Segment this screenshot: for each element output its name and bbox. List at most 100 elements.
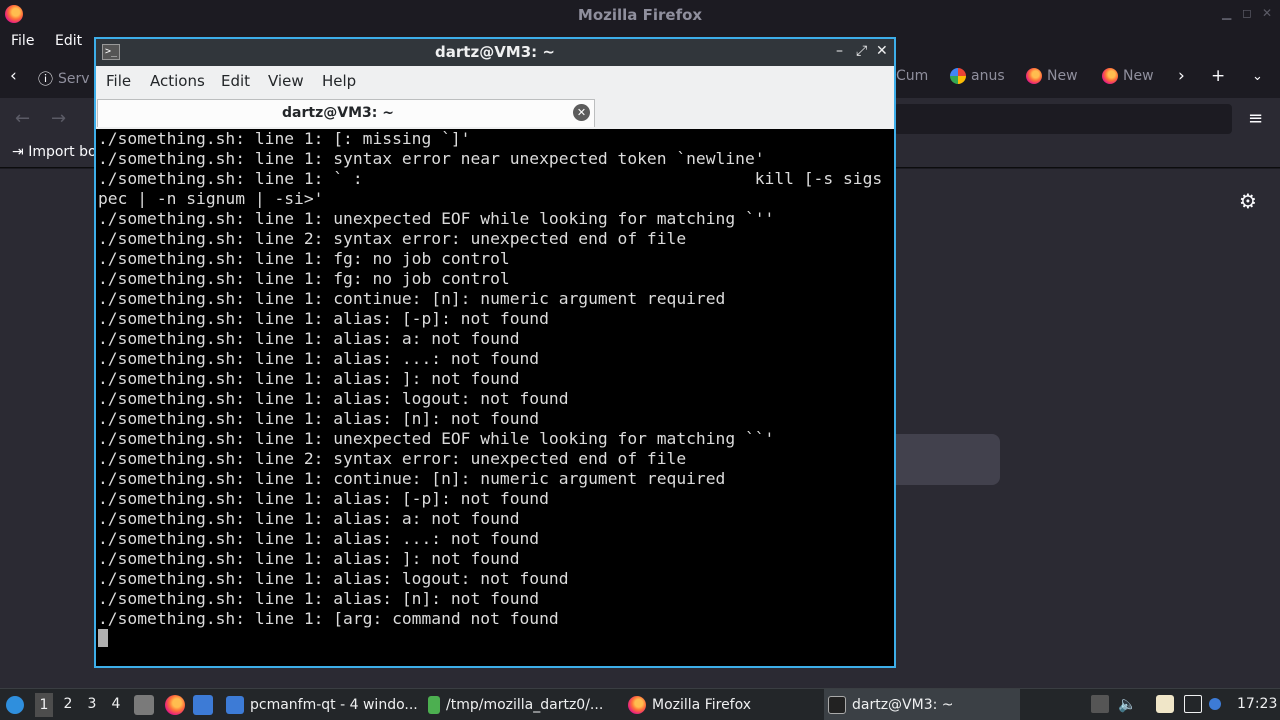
workspace-1[interactable]: 1	[35, 693, 53, 717]
terminal-line: ./something.sh: line 1: alias: logout: n…	[98, 569, 569, 588]
hamburger-menu-icon[interactable]: ≡	[1248, 108, 1263, 129]
firefox-launcher-icon[interactable]	[165, 695, 185, 715]
menu-view[interactable]: View	[268, 72, 304, 90]
tab-scroll-left-icon[interactable]: ‹	[10, 66, 17, 86]
task-terminal[interactable]: dartz@VM3: ~	[824, 689, 1020, 720]
task-label: pcmanfm-qt - 4 windo...	[250, 697, 418, 713]
terminal-line: ./something.sh: line 1: alias: [-p]: not…	[98, 309, 549, 328]
task-label: dartz@VM3: ~	[852, 697, 954, 713]
close-icon[interactable]: ✕	[876, 43, 888, 59]
terminal-window: >_ dartz@VM3: ~ – ⤢ ✕ File Actions Edit …	[94, 37, 896, 668]
terminal-line: ./something.sh: line 1: fg: no job contr…	[98, 269, 510, 288]
terminal-line: ./something.sh: line 1: alias: [-p]: not…	[98, 489, 549, 508]
terminal-line: ./something.sh: line 1: [arg: command no…	[98, 609, 559, 628]
terminal-line: ./something.sh: line 1: continue: [n]: n…	[98, 469, 726, 488]
firefox-menu-file[interactable]: File	[11, 33, 34, 49]
terminal-titlebar[interactable]: >_ dartz@VM3: ~ – ⤢ ✕	[96, 39, 894, 66]
tray-update-icon[interactable]	[1091, 695, 1109, 713]
firefox-menu-edit[interactable]: Edit	[55, 33, 82, 49]
terminal-tab-label: dartz@VM3: ~	[282, 105, 394, 121]
import-bookmarks-label: Import bo	[28, 144, 97, 160]
terminal-line: ./something.sh: line 1: continue: [n]: n…	[98, 289, 726, 308]
terminal-tab[interactable]: dartz@VM3: ~ ✕	[97, 99, 595, 127]
task-pcmanfm[interactable]: pcmanfm-qt - 4 windo...	[222, 689, 420, 720]
menu-file[interactable]: File	[106, 72, 131, 90]
minimize-icon[interactable]: –	[836, 43, 843, 59]
new-tab-icon[interactable]: +	[1211, 66, 1225, 86]
tab-label: Cum	[896, 68, 929, 84]
minimize-icon[interactable]: ▁	[1222, 6, 1231, 20]
task-firefox[interactable]: Mozilla Firefox	[624, 689, 822, 720]
firefox-tab[interactable]: New	[1102, 68, 1154, 84]
task-label: Mozilla Firefox	[652, 697, 752, 713]
google-icon	[950, 68, 966, 84]
firefox-tab[interactable]: Cum	[896, 68, 928, 84]
text-cursor	[98, 629, 108, 647]
menu-actions[interactable]: Actions	[150, 72, 205, 90]
tab-label: anus	[971, 68, 1005, 84]
terminal-line: ./something.sh: line 1: alias: a: not fo…	[98, 509, 520, 528]
archive-icon	[428, 696, 440, 714]
firefox-tab[interactable]: New	[1026, 68, 1078, 84]
import-icon: ⇥	[12, 144, 24, 160]
network-icon[interactable]	[1209, 698, 1221, 710]
list-tabs-icon[interactable]: ⌄	[1252, 69, 1263, 84]
url-bar[interactable]	[894, 104, 1232, 134]
clock[interactable]: 17:23	[1237, 696, 1277, 712]
terminal-line: ./something.sh: line 1: alias: ]: not fo…	[98, 549, 520, 568]
terminal-line: ./something.sh: line 1: unexpected EOF w…	[98, 429, 775, 448]
firefox-tab[interactable]: anus	[950, 68, 1005, 84]
maximize-icon[interactable]: ⤢	[856, 43, 867, 59]
terminal-line: ./something.sh: line 1: [: missing `]'	[98, 129, 471, 148]
close-icon[interactable]: ✕	[1262, 6, 1272, 20]
terminal-line: ./something.sh: line 1: ` : kill [-s sig…	[98, 169, 883, 188]
terminal-line: ./something.sh: line 2: syntax error: un…	[98, 229, 687, 248]
terminal-line: ./something.sh: line 1: alias: ]: not fo…	[98, 369, 520, 388]
show-desktop-icon[interactable]	[134, 695, 154, 715]
terminal-line: ./something.sh: line 1: syntax error nea…	[98, 149, 765, 168]
terminal-menubar: File Actions Edit View Help	[96, 66, 894, 97]
workspace-2[interactable]: 2	[59, 696, 77, 712]
back-icon[interactable]: ←	[15, 108, 30, 129]
tab-label: New	[1047, 68, 1078, 84]
firefox-icon	[1102, 68, 1118, 84]
display-icon[interactable]	[1184, 695, 1202, 713]
terminal-output-area[interactable]: ./something.sh: line 1: [: missing `]' ./…	[96, 129, 894, 666]
terminal-line: ./something.sh: line 1: alias: [n]: not …	[98, 589, 540, 608]
terminal-line: ./something.sh: line 2: syntax error: un…	[98, 449, 687, 468]
newtab-search-box[interactable]	[896, 434, 1000, 485]
terminal-line: ./something.sh: line 1: alias: ...: not …	[98, 349, 540, 368]
terminal-output: ./something.sh: line 1: [: missing `]' ./…	[98, 129, 888, 649]
tab-scroll-right-icon[interactable]: ›	[1178, 66, 1185, 86]
workspace-3[interactable]: 3	[83, 696, 101, 712]
clipboard-icon[interactable]	[1156, 695, 1174, 713]
tab-label: New	[1123, 68, 1154, 84]
workspace-4[interactable]: 4	[107, 696, 125, 712]
import-bookmarks-button[interactable]: ⇥ Import bo	[12, 144, 97, 160]
terminal-tabbar: dartz@VM3: ~ ✕	[96, 97, 894, 129]
terminal-line: ./something.sh: line 1: unexpected EOF w…	[98, 209, 775, 228]
terminal-line: ./something.sh: line 1: alias: [n]: not …	[98, 409, 540, 428]
tab-label: Serv	[58, 70, 90, 87]
terminal-line: pec | -n signum | -si>'	[98, 189, 324, 208]
gear-icon[interactable]: ⚙	[1239, 189, 1257, 213]
menu-help[interactable]: Help	[322, 72, 356, 90]
task-label: /tmp/mozilla_dartz0/...	[446, 697, 604, 713]
terminal-line: ./something.sh: line 1: alias: ...: not …	[98, 529, 540, 548]
task-archive[interactable]: /tmp/mozilla_dartz0/...	[424, 689, 622, 720]
firefox-icon	[1026, 68, 1042, 84]
file-manager-launcher-icon[interactable]	[193, 695, 213, 715]
taskbar: 1 2 3 4 pcmanfm-qt - 4 windo... /tmp/moz…	[0, 688, 1280, 720]
info-icon: ⓘ	[38, 70, 54, 88]
maximize-icon[interactable]: ◻	[1242, 6, 1252, 20]
volume-icon[interactable]: 🔈	[1118, 695, 1137, 713]
start-menu-icon[interactable]	[6, 696, 24, 714]
firefox-titlebar: Mozilla Firefox ▁ ◻ ✕	[0, 0, 1280, 29]
close-tab-icon[interactable]: ✕	[573, 104, 590, 121]
menu-edit[interactable]: Edit	[221, 72, 250, 90]
forward-icon[interactable]: →	[51, 108, 66, 129]
terminal-icon	[828, 696, 846, 714]
firefox-icon	[628, 696, 646, 714]
terminal-prompt-line	[98, 629, 888, 649]
firefox-tab[interactable]: ⓘ Serv	[38, 68, 90, 89]
